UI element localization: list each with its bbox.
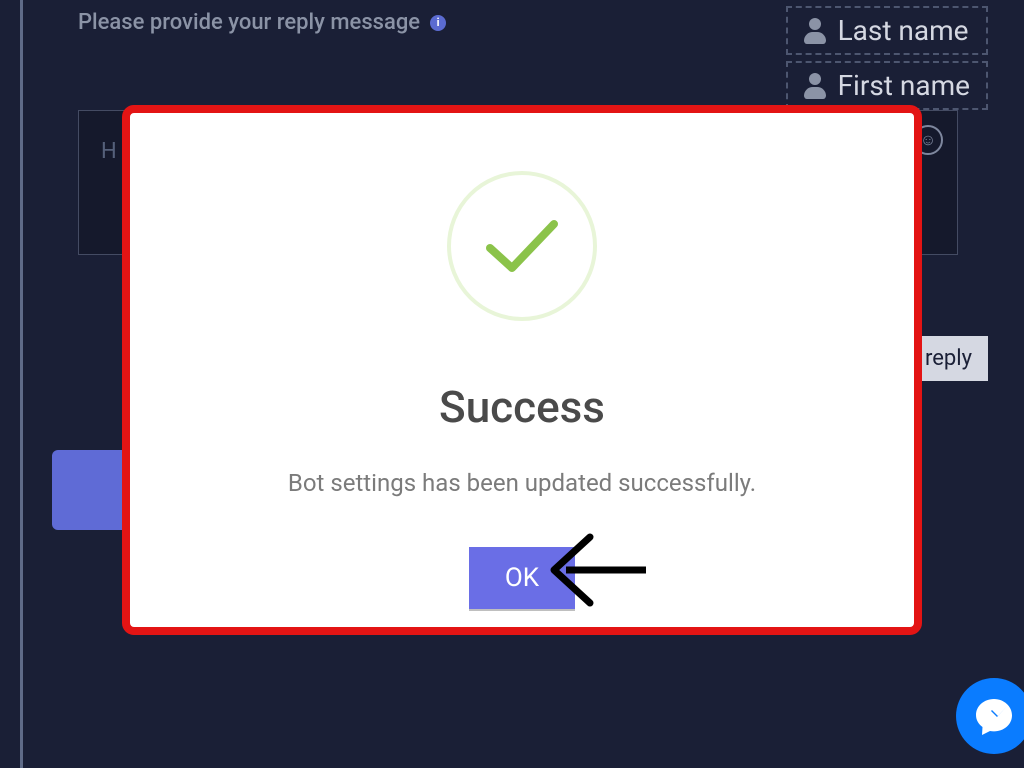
success-check-icon [447, 171, 597, 321]
success-modal: Success Bot settings has been updated su… [142, 121, 902, 619]
chip-first-name-label: First name [838, 69, 970, 102]
ok-button-label: OK [505, 563, 539, 593]
variable-chips: Last name First name [786, 6, 988, 110]
chip-last-name[interactable]: Last name [786, 6, 988, 55]
reply-hint: H [101, 139, 117, 164]
app-background: Please provide your reply message i H ☺ … [0, 0, 1024, 768]
left-divider [20, 0, 23, 768]
ok-button[interactable]: OK [469, 547, 575, 609]
person-icon [804, 73, 826, 99]
modal-message: Bot settings has been updated successful… [288, 469, 756, 497]
annotation-highlight-border: Success Bot settings has been updated su… [122, 105, 922, 635]
person-icon [804, 18, 826, 44]
chip-first-name[interactable]: First name [786, 61, 988, 110]
chip-last-name-label: Last name [838, 14, 969, 47]
reply-message-text: Please provide your reply message [78, 10, 420, 35]
modal-title: Success [439, 381, 605, 433]
info-icon[interactable]: i [430, 15, 446, 31]
add-reply-label: reply [925, 346, 972, 371]
messenger-chat-button[interactable] [956, 678, 1024, 754]
messenger-icon [973, 695, 1015, 737]
reply-message-label: Please provide your reply message i [78, 10, 446, 35]
